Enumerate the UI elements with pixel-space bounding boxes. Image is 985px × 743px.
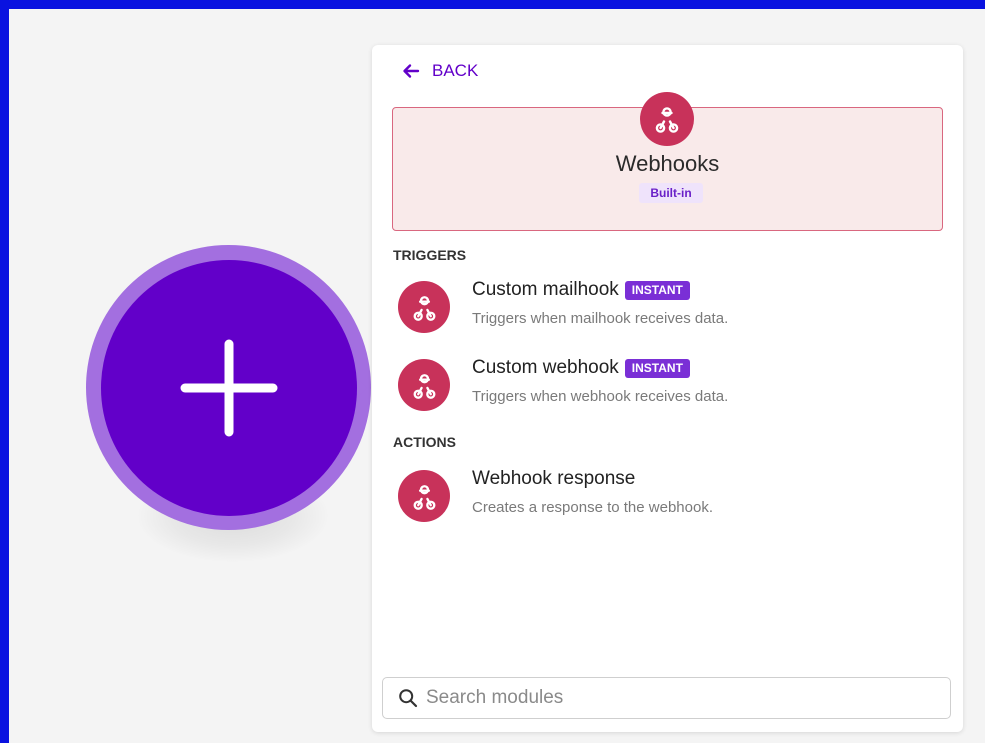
webhook-icon: [413, 373, 435, 399]
module-title: Webhook response: [472, 468, 636, 489]
webhook-icon: [413, 295, 435, 321]
module-icon: [398, 281, 450, 333]
built-in-badge: Built-in: [639, 183, 703, 203]
instant-badge: INSTANT: [624, 358, 690, 378]
app-header-card: Webhooks Built-in: [392, 92, 943, 231]
module-description: Triggers when webhook receives data.: [472, 388, 729, 405]
module-title: Custom mailhook: [472, 279, 619, 300]
instant-badge: INSTANT: [624, 280, 690, 300]
triggers-heading: TRIGGERS: [393, 247, 467, 263]
module-custom-mailhook[interactable]: Custom mailhook INSTANT Triggers when ma…: [392, 279, 942, 343]
search-input[interactable]: [426, 678, 950, 718]
webhook-icon: [413, 484, 435, 510]
module-picker-panel: BACK Webhooks Built-in TRIGGERS Custom m…: [372, 45, 963, 732]
webhook-icon: [655, 107, 679, 133]
module-description: Triggers when mailhook receives data.: [472, 310, 729, 327]
back-button[interactable]: BACK: [402, 60, 478, 82]
module-icon: [398, 470, 450, 522]
module-title: Custom webhook: [472, 357, 619, 378]
module-name: Custom mailhook INSTANT: [472, 279, 690, 301]
module-custom-webhook[interactable]: Custom webhook INSTANT Triggers when web…: [392, 357, 942, 421]
search-icon: [399, 689, 418, 708]
plus-icon: [180, 339, 278, 437]
arrow-left-icon: [403, 64, 420, 78]
module-name: Custom webhook INSTANT: [472, 357, 690, 379]
app-logo: [640, 92, 694, 146]
module-name: Webhook response: [472, 468, 635, 490]
add-module-button[interactable]: [101, 260, 357, 516]
search-box: [382, 677, 951, 719]
module-webhook-response[interactable]: Webhook response Creates a response to t…: [392, 468, 942, 532]
app-title: Webhooks: [615, 151, 720, 176]
actions-heading: ACTIONS: [393, 434, 456, 450]
back-label: BACK: [432, 61, 479, 80]
module-icon: [398, 359, 450, 411]
module-description: Creates a response to the webhook.: [472, 499, 713, 516]
